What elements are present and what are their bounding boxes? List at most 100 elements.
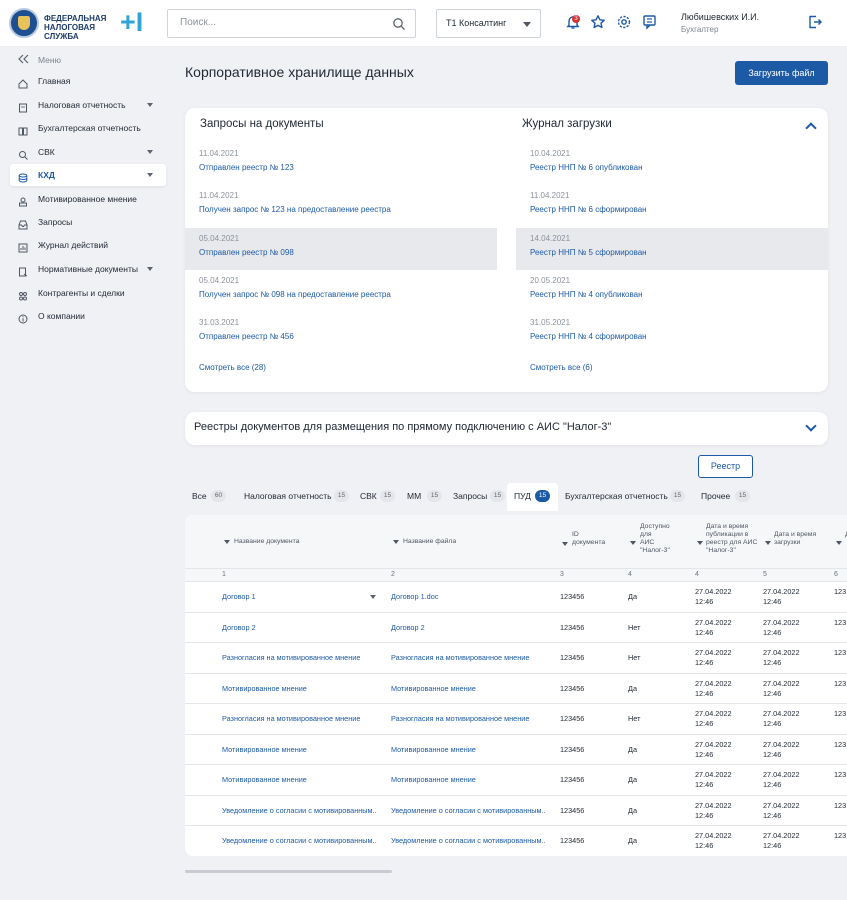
table-row[interactable]: Разногласия на мотивированное мнение Разн…: [185, 643, 847, 674]
table-row[interactable]: Мотивированное мнение Мотивированное мнен…: [185, 673, 847, 704]
sidebar-item-3[interactable]: Бухгалтерская отчетность: [10, 117, 166, 139]
chevron-down-icon[interactable]: [147, 103, 153, 107]
file-name-link[interactable]: Мотивированное мнение: [391, 775, 476, 784]
document-name-link[interactable]: Мотивированное мнение: [222, 745, 307, 754]
feed-link[interactable]: Получен запрос № 098 на предоставление р…: [199, 290, 391, 299]
file-name-link[interactable]: Разногласия на мотивированное мнение: [391, 714, 529, 723]
feed-link[interactable]: Реестр ННП № 5 сформирован: [530, 248, 647, 257]
sidebar-item-9[interactable]: Нормативные документы: [10, 258, 166, 280]
search-box[interactable]: Поиск...: [167, 9, 416, 38]
document-name-link[interactable]: Мотивированное мнение: [222, 775, 307, 784]
column-header-3[interactable]: ID документа: [572, 531, 605, 547]
collapse-menu-icon[interactable]: [18, 54, 29, 64]
tab-2[interactable]: Налоговая отчетность 15: [237, 483, 353, 511]
file-name-link[interactable]: Договор 2: [391, 623, 425, 632]
table-row[interactable]: Уведомление о согласии с мотивированным.…: [185, 795, 847, 826]
feed-link[interactable]: Реестр ННП № 6 сформирован: [530, 205, 647, 214]
file-name-link[interactable]: Уведомление о согласии с мотивированным.…: [391, 836, 546, 845]
file-name-link[interactable]: Мотивированное мнение: [391, 684, 476, 693]
search-input[interactable]: Поиск...: [180, 17, 216, 28]
sort-caret-icon[interactable]: [630, 541, 636, 545]
tab-8[interactable]: Прочее 15: [695, 483, 755, 511]
reestr-button[interactable]: Реестр: [698, 455, 753, 478]
chevron-down-icon[interactable]: [370, 595, 376, 599]
sort-caret-icon[interactable]: [562, 542, 568, 546]
chevron-down-icon[interactable]: [147, 150, 153, 154]
tab-5[interactable]: Запросы 15: [446, 483, 507, 511]
feed-link[interactable]: Отправлен реестр № 098: [199, 248, 294, 257]
upload-file-button[interactable]: Загрузить файл: [735, 61, 828, 85]
feed-link[interactable]: Реестр ННП № 4 опубликован: [530, 290, 643, 299]
table-row[interactable]: Разногласия на мотивированное мнение Разн…: [185, 704, 847, 735]
sidebar-item-2[interactable]: Налоговая отчетность: [10, 94, 166, 116]
document-name-link[interactable]: Разногласия на мотивированное мнение: [222, 714, 360, 723]
table-row[interactable]: Договор 1 Договор 1.doc 123456 Да 27.04.2022…: [185, 582, 847, 613]
tab-3[interactable]: СВК 15: [353, 483, 400, 511]
sort-caret-icon[interactable]: [697, 541, 703, 545]
sidebar-item-4[interactable]: СВК: [10, 141, 166, 163]
table-row[interactable]: Договор 2 Договор 2 123456 Нет 27.04.2022 12:…: [185, 612, 847, 643]
feed-link[interactable]: Отправлен реестр № 456: [199, 332, 294, 341]
sort-caret-icon[interactable]: [836, 541, 842, 545]
document-name-link[interactable]: Договор 1: [222, 592, 256, 601]
chevron-down-icon[interactable]: [805, 420, 817, 432]
column-header-1[interactable]: Название документа: [234, 538, 299, 546]
chevron-down-icon[interactable]: [147, 173, 153, 177]
column-header-5[interactable]: Дата и время публикации в реестр для АИС…: [706, 523, 757, 555]
sidebar-item-6[interactable]: Мотивированное мнение: [10, 188, 166, 210]
sidebar-item-11[interactable]: О компании: [10, 305, 166, 327]
journal-see-all-link[interactable]: Смотреть все (6): [530, 363, 593, 372]
company-select[interactable]: Т1 Консалтинг: [436, 9, 541, 38]
gear-icon[interactable]: [616, 14, 632, 30]
column-header-4[interactable]: Доступно для АИС "Налог-3": [640, 523, 670, 555]
chevron-down-icon[interactable]: [147, 267, 153, 271]
fns-emblem-icon[interactable]: [9, 8, 39, 38]
column-number: 2: [391, 571, 395, 578]
star-icon[interactable]: [590, 14, 606, 30]
file-name-link[interactable]: Разногласия на мотивированное мнение: [391, 653, 529, 662]
requests-see-all-link[interactable]: Смотреть все (28): [199, 363, 266, 372]
registries-card[interactable]: Реестры документов для размещения по пря…: [185, 412, 828, 445]
publication-time: 12:46: [695, 627, 714, 637]
document-name-link[interactable]: Уведомление о согласии с мотивированным.…: [222, 836, 377, 845]
tab-4[interactable]: ММ 15: [400, 483, 446, 511]
extra-column-value: 123: [834, 739, 847, 749]
sidebar-item-label: Главная: [38, 76, 71, 86]
column-header-6[interactable]: Дата и время загрузки: [774, 531, 816, 547]
table-row[interactable]: Мотивированное мнение Мотивированное мнен…: [185, 765, 847, 796]
document-name-link[interactable]: Договор 2: [222, 623, 256, 632]
sidebar-item-8[interactable]: Журнал действий: [10, 234, 166, 256]
sort-caret-icon[interactable]: [393, 540, 399, 544]
file-name-link[interactable]: Договор 1.doc: [391, 592, 438, 601]
feed-link[interactable]: Реестр ННП № 6 опубликован: [530, 163, 643, 172]
search-icon[interactable]: [392, 17, 406, 31]
tab-1[interactable]: Все 60: [185, 483, 231, 511]
sort-caret-icon[interactable]: [224, 540, 230, 544]
file-name-link[interactable]: Уведомление о согласии с мотивированным.…: [391, 806, 546, 815]
sidebar-item-5[interactable]: КХД: [10, 164, 166, 186]
sidebar-item-10[interactable]: Контрагенты и сделки: [10, 282, 166, 304]
file-name-link[interactable]: Мотивированное мнение: [391, 745, 476, 754]
logout-icon[interactable]: [807, 14, 823, 30]
feed-link[interactable]: Отправлен реестр № 123: [199, 163, 294, 172]
logo-text[interactable]: ФЕДЕРАЛЬНАЯ НАЛОГОВАЯ СЛУЖБА: [44, 14, 124, 41]
sort-caret-icon[interactable]: [765, 541, 771, 545]
sidebar-item-7[interactable]: Запросы: [10, 211, 166, 233]
tab-6[interactable]: ПУД 15: [507, 483, 558, 511]
feed-link[interactable]: Получен запрос № 123 на предоставление р…: [199, 205, 391, 214]
chevron-up-icon[interactable]: [805, 122, 817, 134]
horizontal-scrollbar[interactable]: [185, 870, 392, 873]
publication-date: 27.04.2022: [695, 678, 732, 688]
sidebar-item-1[interactable]: Главная: [10, 70, 166, 92]
document-name-link[interactable]: Уведомление о согласии с мотивированным.…: [222, 806, 377, 815]
feed-link[interactable]: Реестр ННП № 4 сформирован: [530, 332, 647, 341]
user-name[interactable]: Любишевских И.И.: [681, 12, 759, 22]
table-row[interactable]: Мотивированное мнение Мотивированное мнен…: [185, 734, 847, 765]
column-header-2[interactable]: Название файла: [403, 538, 456, 546]
chat-icon[interactable]: [642, 14, 658, 30]
document-name-link[interactable]: Разногласия на мотивированное мнение: [222, 653, 360, 662]
tab-7[interactable]: Бухгалтерская отчетность 15: [558, 483, 689, 511]
menu-toggle-label[interactable]: Меню: [38, 55, 61, 65]
document-name-link[interactable]: Мотивированное мнение: [222, 684, 307, 693]
table-row[interactable]: Уведомление о согласии с мотивированным.…: [185, 826, 847, 856]
